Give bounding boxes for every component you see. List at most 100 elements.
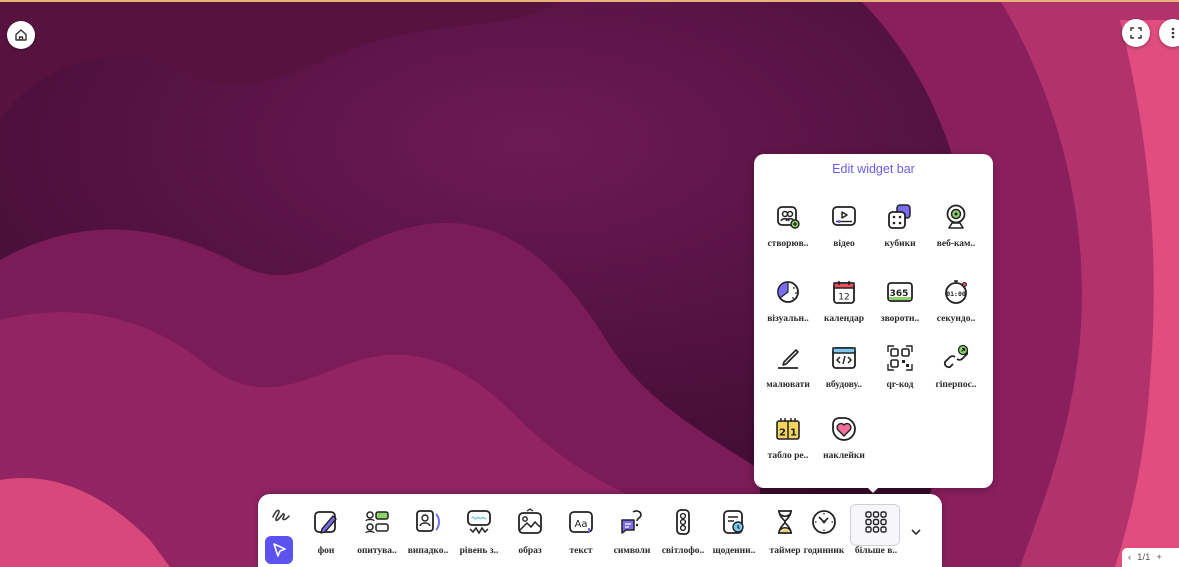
page-indicator: ‹ 1/1 + xyxy=(1122,548,1179,567)
tool-clock[interactable]: годинник xyxy=(798,508,850,564)
tool-label: текст xyxy=(569,546,593,556)
select-tool-button[interactable] xyxy=(265,536,293,564)
tool-image[interactable]: образ xyxy=(504,508,556,564)
home-button[interactable] xyxy=(7,21,35,49)
widget-video[interactable]: відео xyxy=(816,199,872,263)
widget-label: календар xyxy=(823,314,865,324)
image-icon xyxy=(518,508,542,534)
video-icon xyxy=(832,206,856,226)
tool-label: символи xyxy=(613,546,651,556)
random-picker-icon xyxy=(416,510,440,532)
widget-embed[interactable]: вбудову.. xyxy=(816,340,872,404)
widget-dice[interactable]: кубики xyxy=(872,199,928,263)
widget-label: секундо.. xyxy=(936,314,976,324)
fullscreen-button[interactable] xyxy=(1122,19,1150,47)
widget-webcam[interactable]: веб-кам.. xyxy=(928,199,984,263)
edit-widget-bar-panel: Edit widget bar створюв.. відео кубики в… xyxy=(754,154,993,488)
widget-stopwatch[interactable]: 01:00 секундо.. xyxy=(928,274,984,338)
widget-qr-code[interactable]: qr-код xyxy=(872,340,928,404)
widget-label: малювати xyxy=(766,380,810,390)
widget-label: візуальн.. xyxy=(767,314,809,324)
widget-draw[interactable]: малювати xyxy=(760,340,816,404)
hyperlink-icon xyxy=(943,344,969,369)
background-pen-icon xyxy=(314,511,337,534)
top-accent-line xyxy=(0,0,1179,2)
widget-label: відео xyxy=(833,239,855,249)
countdown-icon: 365 xyxy=(887,282,913,302)
widget-label: вбудову.. xyxy=(825,380,863,390)
panel-title[interactable]: Edit widget bar xyxy=(754,162,993,176)
widget-visual-timer[interactable]: візуальн.. xyxy=(760,274,816,338)
widget-label: табло ре.. xyxy=(767,451,809,461)
widget-scoreboard[interactable]: 21 табло ре.. xyxy=(760,411,816,475)
tool-noise-level[interactable]: рівень з.. xyxy=(453,508,505,564)
sticker-heart-icon xyxy=(832,417,856,441)
tool-background[interactable]: фон xyxy=(300,508,352,564)
tool-daily-schedule[interactable]: щоденни.. xyxy=(708,508,760,564)
widget-label: кубики xyxy=(884,239,916,249)
tool-traffic-light[interactable]: світлофо.. xyxy=(657,508,709,564)
fullscreen-icon xyxy=(1130,27,1142,39)
tool-more-widgets[interactable]: більше в.. xyxy=(850,504,902,564)
tool-label: світлофо.. xyxy=(661,546,705,556)
noise-level-icon xyxy=(467,510,491,535)
board-background xyxy=(0,0,1179,567)
svg-text:2: 2 xyxy=(779,428,786,439)
svg-text:Aa: Aa xyxy=(575,519,588,530)
panel-pointer xyxy=(866,486,880,493)
widget-label: наклейки xyxy=(823,451,865,461)
tool-label: випадко.. xyxy=(407,546,449,556)
widget-group-maker[interactable]: створюв.. xyxy=(760,199,816,263)
webcam-icon xyxy=(946,204,966,229)
scoreboard-icon: 21 xyxy=(776,418,800,440)
widget-label: створюв.. xyxy=(767,239,809,249)
svg-text:01:00: 01:00 xyxy=(946,290,966,298)
tool-random-picker[interactable]: випадко.. xyxy=(402,508,454,564)
daily-schedule-icon xyxy=(723,510,744,534)
tool-label: годинник xyxy=(803,546,845,556)
svg-text:1: 1 xyxy=(790,428,797,439)
widget-label: зворотн.. xyxy=(880,314,920,324)
draw-pen-icon xyxy=(778,349,799,369)
more-options-button[interactable] xyxy=(1159,19,1179,47)
widget-hyperlink[interactable]: гіперпос.. xyxy=(928,340,984,404)
dice-icon xyxy=(888,204,911,229)
widget-stickers[interactable]: наклейки xyxy=(816,411,872,475)
tool-label: образ xyxy=(518,546,542,556)
symbols-icon xyxy=(621,510,642,534)
plus-icon[interactable]: + xyxy=(1156,552,1162,563)
widget-label: гіперпос.. xyxy=(935,380,977,390)
tool-label: фон xyxy=(317,546,335,556)
stopwatch-icon: 01:00 xyxy=(945,280,967,304)
widget-toolbar: фон опитува.. випадко.. рівень з.. образ… xyxy=(258,494,942,567)
tool-poll[interactable]: опитува.. xyxy=(351,508,403,564)
widget-countdown[interactable]: 365 зворотн.. xyxy=(872,274,928,338)
widget-label: qr-код xyxy=(886,380,914,390)
tool-label: таймер xyxy=(769,546,801,556)
chevron-down-icon[interactable] xyxy=(909,525,923,539)
visual-timer-icon xyxy=(777,281,799,303)
text-icon: Aa xyxy=(569,511,593,533)
tool-label: опитува.. xyxy=(357,546,397,556)
page-count: 1/1 xyxy=(1137,552,1151,563)
calendar-icon: 12 xyxy=(833,281,855,304)
widget-calendar[interactable]: 12 календар xyxy=(816,274,872,338)
widget-label: веб-кам.. xyxy=(936,239,976,249)
svg-text:12: 12 xyxy=(838,293,849,303)
clock-icon xyxy=(812,510,836,534)
tool-label: щоденни.. xyxy=(712,546,756,556)
tool-text[interactable]: Aa текст xyxy=(555,508,607,564)
tool-label: більше в.. xyxy=(854,546,898,556)
traffic-light-icon xyxy=(676,509,690,535)
qr-code-icon xyxy=(887,345,913,371)
home-icon xyxy=(15,29,27,41)
poll-icon xyxy=(365,511,389,534)
freehand-draw-icon[interactable] xyxy=(270,504,292,526)
tool-label: рівень з.. xyxy=(459,546,499,556)
chevron-left-icon[interactable]: ‹ xyxy=(1128,552,1131,563)
embed-code-icon xyxy=(832,347,856,369)
more-grid-icon xyxy=(865,511,887,533)
more-vertical-icon xyxy=(1171,27,1175,39)
tool-symbols[interactable]: символи xyxy=(606,508,658,564)
cursor-pointer-icon xyxy=(273,543,286,557)
